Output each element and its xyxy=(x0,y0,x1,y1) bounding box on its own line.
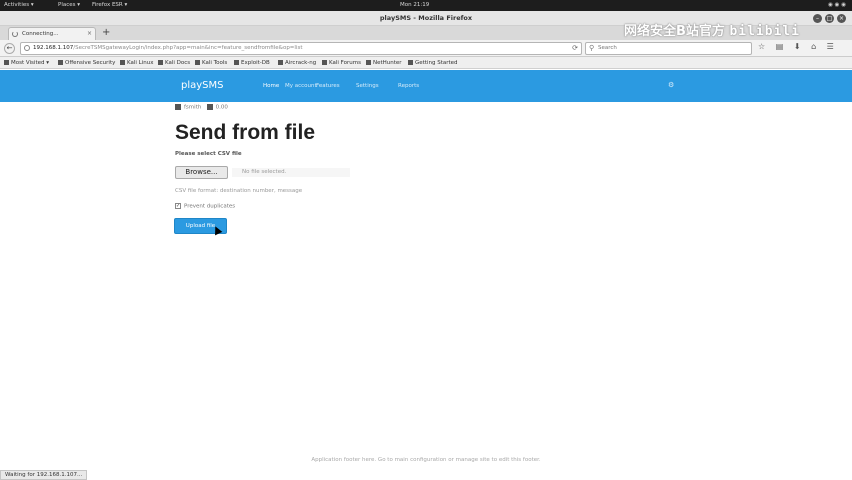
bookmark-icon xyxy=(408,60,413,65)
bilibili-logo: bilibili xyxy=(729,24,801,39)
prevent-duplicates-checkbox[interactable]: ✓ xyxy=(175,203,181,209)
app-menu[interactable]: Firefox ESR ▾ xyxy=(92,0,127,11)
url-path: /SecreTSMSgatewayLogin/index.php?app=mai… xyxy=(73,45,303,51)
bookmark-most-visited[interactable]: Most Visited ▾ xyxy=(4,57,49,69)
bookmark-icon xyxy=(158,60,163,65)
bookmark-icon xyxy=(58,60,63,65)
browser-status-bar: Waiting for 192.168.1.107... xyxy=(0,470,88,480)
bookmark-exploit-db[interactable]: Exploit-DB xyxy=(234,57,270,69)
menu-settings[interactable]: Settings xyxy=(356,83,379,89)
url-bar[interactable]: 192.168.1.107/SecreTSMSgatewayLogin/inde… xyxy=(20,42,582,55)
user-info: fsmith 0.00 xyxy=(175,104,228,111)
page-footer: Application footer here. Go to main conf… xyxy=(311,457,541,463)
bookmark-offensive-security[interactable]: Offensive Security xyxy=(58,57,115,69)
browse-button[interactable]: Browse... xyxy=(175,166,228,179)
menu-reports[interactable]: Reports xyxy=(398,83,419,89)
stop-reload-icon[interactable]: ⟳ xyxy=(572,43,578,54)
bookmark-getting-started[interactable]: Getting Started xyxy=(408,57,458,69)
navigation-toolbar: ← 192.168.1.107/SecreTSMSgatewayLogin/in… xyxy=(0,40,852,57)
bookmark-icon xyxy=(278,60,283,65)
tab-connecting[interactable]: Connecting... × xyxy=(8,27,96,40)
menu-home[interactable]: Home xyxy=(263,83,279,89)
clock[interactable]: Mon 21:19 xyxy=(400,0,429,11)
bookmark-kali-forums[interactable]: Kali Forums xyxy=(322,57,361,69)
csv-format-hint: CSV file format: destination number, mes… xyxy=(175,188,303,194)
bookmark-kali-linux[interactable]: Kali Linux xyxy=(120,57,154,69)
new-tab-button[interactable]: + xyxy=(102,26,110,39)
credit-value: 0.00 xyxy=(215,104,228,111)
app-navbar: playSMS Home My account Features Setting… xyxy=(0,70,852,102)
close-icon[interactable]: × xyxy=(837,14,846,23)
video-watermark: 网络安全B站官方 bilibili xyxy=(624,20,800,39)
menu-my-account[interactable]: My account xyxy=(285,83,317,89)
maximize-icon[interactable]: □ xyxy=(825,14,834,23)
places-menu[interactable]: Places ▾ xyxy=(58,0,80,11)
bookmark-aircrack-ng[interactable]: Aircrack-ng xyxy=(278,57,316,69)
toolbar-icons[interactable]: ☆ ▤ ⬇ ⌂ ☰ xyxy=(758,42,838,51)
menu-features[interactable]: Features xyxy=(316,83,340,89)
user-name[interactable]: fsmith xyxy=(184,105,201,111)
credit-icon xyxy=(206,104,213,110)
system-tray[interactable]: ◉ ◉ ◉ xyxy=(828,0,846,11)
tab-label: Connecting... xyxy=(22,31,59,37)
search-placeholder: Search xyxy=(598,45,617,51)
bookmark-icon xyxy=(120,60,125,65)
minimize-icon[interactable]: – xyxy=(813,14,822,23)
tab-close-icon[interactable]: × xyxy=(87,28,92,40)
site-info-icon[interactable] xyxy=(24,45,30,51)
page-title: Send from file xyxy=(175,121,316,144)
back-button[interactable]: ← xyxy=(4,43,15,54)
bookmark-icon xyxy=(4,60,9,65)
url-host: 192.168.1.107 xyxy=(33,45,74,51)
user-icon xyxy=(175,104,181,110)
bookmark-icon xyxy=(366,60,371,65)
bookmark-icon xyxy=(322,60,327,65)
activities-button[interactable]: Activities ▾ xyxy=(4,0,34,11)
user-menu-icon[interactable]: ⚙ xyxy=(668,81,674,89)
search-icon: ⚲ xyxy=(589,44,595,52)
search-bar[interactable]: ⚲ Search xyxy=(585,42,752,55)
bookmark-kali-docs[interactable]: Kali Docs xyxy=(158,57,190,69)
bookmark-nethunter[interactable]: NetHunter xyxy=(366,57,402,69)
bookmark-icon xyxy=(195,60,200,65)
prevent-duplicates-label: Prevent duplicates xyxy=(184,203,236,210)
prevent-duplicates-row[interactable]: ✓ Prevent duplicates xyxy=(175,203,235,210)
os-top-panel: Activities ▾ Places ▾ Firefox ESR ▾ Mon … xyxy=(0,0,852,11)
loading-spinner-icon xyxy=(12,31,18,37)
file-field-label: Please select CSV file xyxy=(175,151,242,157)
watermark-text: 网络安全B站官方 xyxy=(624,24,725,39)
brand-logo[interactable]: playSMS xyxy=(181,80,224,91)
file-status: No file selected. xyxy=(232,168,350,177)
bookmark-kali-tools[interactable]: Kali Tools xyxy=(195,57,227,69)
bookmark-icon xyxy=(234,60,239,65)
bookmarks-toolbar: Most Visited ▾ Offensive Security Kali L… xyxy=(0,57,852,69)
